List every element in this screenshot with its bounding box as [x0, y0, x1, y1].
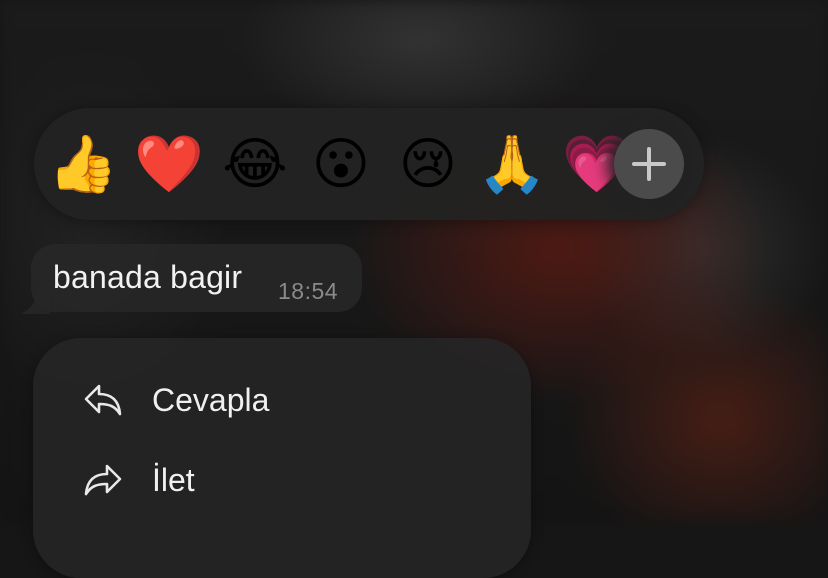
reaction-crying[interactable]: 😢	[399, 136, 457, 192]
more-reactions-button[interactable]	[614, 129, 684, 199]
reaction-bar: 👍 ❤️ 😂 😮 😢 🙏 💗	[34, 108, 704, 220]
menu-item-forward[interactable]: İlet	[33, 442, 531, 518]
message-bubble[interactable]: banada bagir 18:54	[31, 244, 362, 312]
reaction-red-heart[interactable]: ❤️	[134, 136, 204, 192]
reaction-folded-hands[interactable]: 🙏	[477, 136, 547, 192]
reaction-thumbs-up[interactable]: 👍	[48, 136, 118, 192]
reply-icon	[84, 384, 122, 416]
forward-icon	[84, 464, 122, 496]
reaction-astonished[interactable]: 😮	[312, 136, 370, 192]
menu-item-label: İlet	[152, 462, 195, 498]
menu-item-label: Cevapla	[152, 382, 270, 418]
reaction-tears-of-joy[interactable]: 😂	[222, 136, 287, 192]
context-menu: Cevapla İlet	[33, 338, 531, 578]
message-text: banada bagir	[53, 259, 243, 295]
menu-item-reply[interactable]: Cevapla	[33, 362, 531, 438]
message-timestamp: 18:54	[278, 278, 339, 304]
